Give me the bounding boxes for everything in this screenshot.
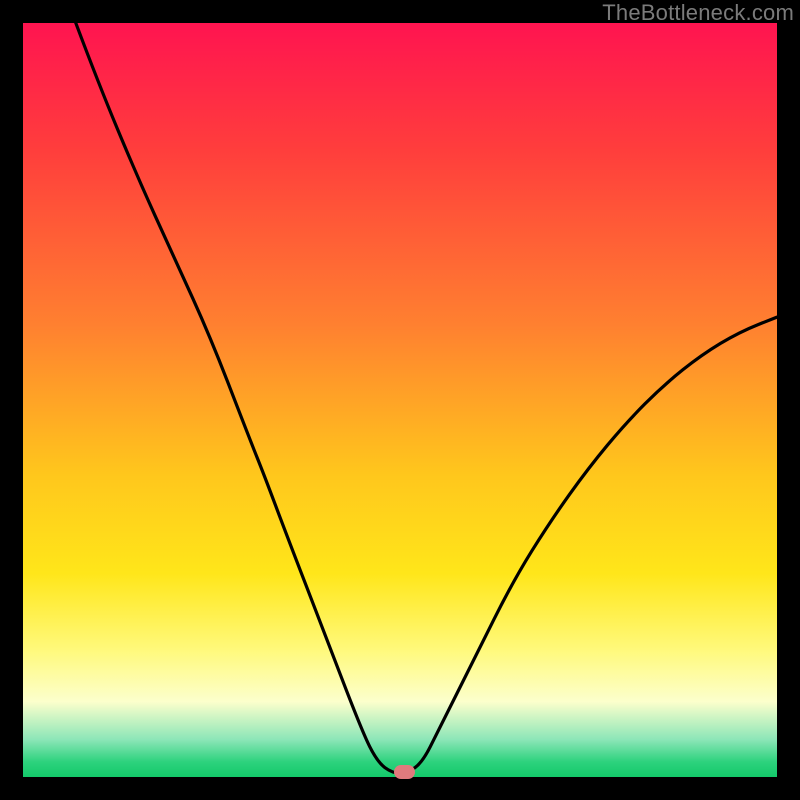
chart-frame: TheBottleneck.com	[0, 0, 800, 800]
plot-area	[23, 23, 777, 777]
bottleneck-curve	[23, 23, 777, 777]
optimum-marker	[394, 765, 415, 779]
watermark-text: TheBottleneck.com	[602, 0, 794, 26]
